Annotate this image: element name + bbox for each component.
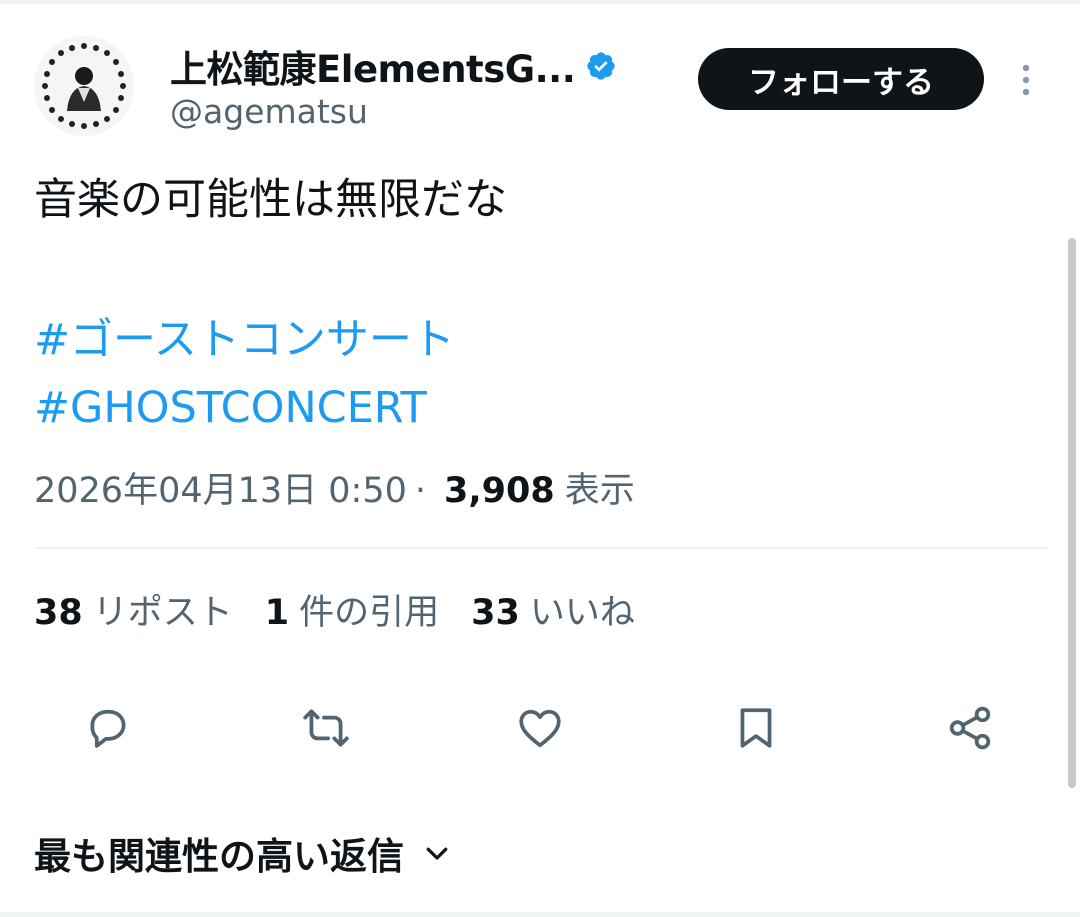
reply-icon xyxy=(90,709,126,748)
bottom-divider xyxy=(0,912,1080,917)
author-display-name[interactable]: 上松範康ElementsG... xyxy=(170,39,576,93)
repost-button[interactable] xyxy=(298,700,354,756)
tweet-text: 音楽の可能性は無限だな xyxy=(34,175,507,225)
repost-icon xyxy=(303,709,349,747)
reply-button[interactable] xyxy=(80,700,136,756)
view-count-label: 表示 xyxy=(564,471,635,511)
follow-button[interactable]: フォローする xyxy=(698,48,984,110)
like-label[interactable]: いいね xyxy=(530,584,635,635)
reply-sort-dropdown[interactable]: 最も関連性の高い返信 xyxy=(34,826,452,880)
chevron-down-icon[interactable] xyxy=(422,838,452,868)
avatar[interactable] xyxy=(34,36,134,136)
top-divider xyxy=(0,0,1080,4)
like-icon xyxy=(519,709,561,748)
author-name-row[interactable]: 上松範康ElementsG... xyxy=(170,38,617,94)
meta-separator: · xyxy=(414,471,427,511)
quote-label[interactable]: 件の引用 xyxy=(299,584,439,635)
repost-count[interactable]: 38 xyxy=(34,593,83,633)
reply-sort-label[interactable]: 最も関連性の高い返信 xyxy=(34,826,404,880)
verified-badge-icon[interactable] xyxy=(585,50,617,82)
quote-count[interactable]: 1 xyxy=(265,593,289,633)
engagement-stats: 38 リポスト 1 件の引用 33 いいね xyxy=(34,584,667,635)
share-button[interactable] xyxy=(942,700,998,756)
more-options-icon[interactable] xyxy=(1012,60,1040,100)
scrollbar[interactable] xyxy=(1068,238,1076,788)
tweet-meta: 2026年04月13日 0:50 · 3,908 表示 xyxy=(34,462,635,513)
bookmark-button[interactable] xyxy=(728,700,784,756)
bookmark-icon xyxy=(740,708,772,748)
like-button[interactable] xyxy=(512,700,568,756)
like-count[interactable]: 33 xyxy=(471,593,520,633)
author-handle[interactable]: @agematsu xyxy=(170,92,368,131)
hashtag-link[interactable]: #ゴーストコンサート xyxy=(34,314,455,366)
view-count: 3,908 xyxy=(444,471,555,511)
hashtag-link[interactable]: #GHOSTCONCERT xyxy=(34,382,427,434)
divider xyxy=(34,547,1048,549)
repost-label[interactable]: リポスト xyxy=(93,584,233,635)
share-icon xyxy=(949,706,991,750)
tweet-timestamp[interactable]: 2026年04月13日 0:50 xyxy=(34,462,407,513)
